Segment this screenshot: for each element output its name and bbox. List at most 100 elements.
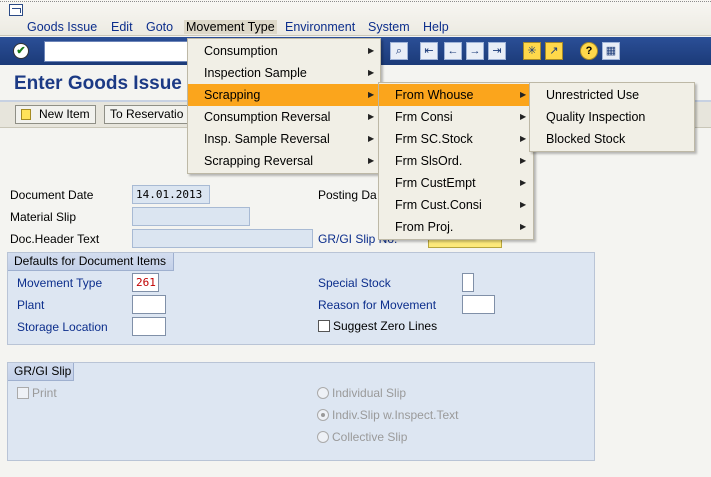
suggest-zero-lines-checkbox[interactable] [318,320,330,332]
menu-item-label: Blocked Stock [546,132,626,146]
shortcut-icon[interactable]: ↗ [545,42,563,60]
to-reservation-button[interactable]: To Reservatio [104,105,188,124]
menu-item-from-whouse[interactable]: From Whouse ▶ [379,84,533,106]
layout-menu-icon[interactable]: ▦ [602,42,620,60]
menu-item-quality-inspection[interactable]: Quality Inspection [530,106,694,128]
submenu-arrow-icon: ▶ [520,156,527,165]
document-date-field[interactable]: 14.01.2013 [132,185,210,204]
menu-item-label: Consumption [204,44,278,58]
new-item-button[interactable]: New Item [15,105,96,124]
menu-item-label: From Proj. [395,220,454,234]
reason-for-movement-label: Reason for Movement [318,298,437,312]
menu-item-from-proj[interactable]: From Proj. ▶ [379,216,533,238]
storage-location-label: Storage Location [17,320,108,334]
movement-type-menu: Consumption ▶ Inspection Sample ▶ Scrapp… [187,38,381,174]
help-icon[interactable]: ? [580,42,598,60]
menu-goods-issue[interactable]: Goods Issue [27,20,97,34]
indiv-slip-inspect-radio[interactable] [317,409,329,421]
submenu-arrow-icon: ▶ [368,46,375,55]
menu-item-consumption[interactable]: Consumption ▶ [188,40,380,62]
menu-item-frm-consi[interactable]: Frm Consi ▶ [379,106,533,128]
collective-slip-radio[interactable] [317,431,329,443]
document-date-value: 14.01.2013 [136,188,203,201]
submenu-arrow-icon: ▶ [520,178,527,187]
previous-page-icon[interactable]: ← [444,42,462,60]
menu-help[interactable]: Help [423,20,449,34]
menu-environment[interactable]: Environment [285,20,355,34]
menu-item-consumption-reversal[interactable]: Consumption Reversal ▶ [188,106,380,128]
menu-item-blocked-stock[interactable]: Blocked Stock [530,128,694,150]
submenu-arrow-icon: ▶ [520,134,527,143]
find-icon[interactable]: ⌕ [390,42,408,60]
submenu-arrow-icon: ▶ [520,200,527,209]
posting-date-label: Posting Da [318,188,377,202]
material-slip-field[interactable] [132,207,250,226]
submenu-arrow-icon: ▶ [368,90,375,99]
print-label: Print [32,386,57,400]
last-page-icon[interactable]: ⇥ [488,42,506,60]
menu-system[interactable]: System [368,20,410,34]
reason-for-movement-field[interactable] [462,295,495,314]
storage-location-field[interactable] [132,317,166,336]
individual-slip-radio[interactable] [317,387,329,399]
menu-goto[interactable]: Goto [146,20,173,34]
plant-label: Plant [17,298,45,312]
submenu-arrow-icon: ▶ [520,112,527,121]
menu-item-label: Frm SC.Stock [395,132,473,146]
enter-check-icon[interactable]: ✔ [13,43,29,59]
create-session-icon[interactable]: ✳ [523,42,541,60]
movement-type-value: 261 [136,276,156,289]
menu-item-label: Insp. Sample Reversal [204,132,330,146]
from-whouse-submenu: Unrestricted Use Quality Inspection Bloc… [529,82,695,152]
special-stock-field[interactable] [462,273,474,292]
defaults-group-caption: Defaults for Document Items [8,253,174,271]
submenu-arrow-icon: ▶ [368,68,375,77]
next-page-icon[interactable]: → [466,42,484,60]
submenu-arrow-icon: ▶ [520,90,527,99]
system-menu-icon[interactable] [9,4,23,16]
menu-item-label: Inspection Sample [204,66,307,80]
submenu-arrow-icon: ▶ [368,134,375,143]
first-page-icon[interactable]: ⇤ [420,42,438,60]
grgi-slip-group-caption: GR/GI Slip [8,363,74,381]
doc-header-text-field[interactable] [132,229,313,248]
movement-type-field[interactable]: 261 [132,273,159,292]
new-item-icon [21,109,31,120]
menu-item-frm-sc-stock[interactable]: Frm SC.Stock ▶ [379,128,533,150]
submenu-arrow-icon: ▶ [368,156,375,165]
menu-item-label: From Whouse [395,88,474,102]
suggest-zero-lines-label: Suggest Zero Lines [333,319,438,333]
menu-item-scrapping[interactable]: Scrapping ▶ [188,84,380,106]
print-checkbox[interactable] [17,387,29,399]
submenu-arrow-icon: ▶ [368,112,375,121]
menu-item-frm-cust-consi[interactable]: Frm Cust.Consi ▶ [379,194,533,216]
menu-item-label: Scrapping [204,88,261,102]
menu-item-label: Unrestricted Use [546,88,640,102]
indiv-slip-inspect-label: Indiv.Slip w.Inspect.Text [332,408,459,422]
special-stock-label: Special Stock [318,276,391,290]
material-slip-label: Material Slip [10,210,77,224]
menu-item-label: Frm SlsOrd. [395,154,463,168]
menu-item-scrapping-reversal[interactable]: Scrapping Reversal ▶ [188,150,380,172]
document-date-label: Document Date [10,188,94,202]
collective-slip-label: Collective Slip [332,430,408,444]
movement-type-label: Movement Type [17,276,103,290]
submenu-arrow-icon: ▶ [520,222,527,231]
doc-header-text-label: Doc.Header Text [10,232,100,246]
command-field[interactable] [44,41,190,62]
menu-item-insp-sample-reversal[interactable]: Insp. Sample Reversal ▶ [188,128,380,150]
menu-item-label: Frm Cust.Consi [395,198,482,212]
menu-item-frm-slsord[interactable]: Frm SlsOrd. ▶ [379,150,533,172]
menu-edit[interactable]: Edit [111,20,133,34]
menu-item-frm-custempt[interactable]: Frm CustEmpt ▶ [379,172,533,194]
menu-movement-type[interactable]: Movement Type [184,20,277,34]
page-title: Enter Goods Issue [14,73,182,94]
menu-item-inspection-sample[interactable]: Inspection Sample ▶ [188,62,380,84]
menu-item-unrestricted-use[interactable]: Unrestricted Use [530,84,694,106]
plant-field[interactable] [132,295,166,314]
to-reservation-label: To Reservatio [110,107,184,121]
scrapping-submenu: From Whouse ▶ Frm Consi ▶ Frm SC.Stock ▶… [378,82,534,240]
menu-bar [0,0,711,36]
menu-item-label: Frm Consi [395,110,453,124]
menu-item-label: Frm CustEmpt [395,176,476,190]
